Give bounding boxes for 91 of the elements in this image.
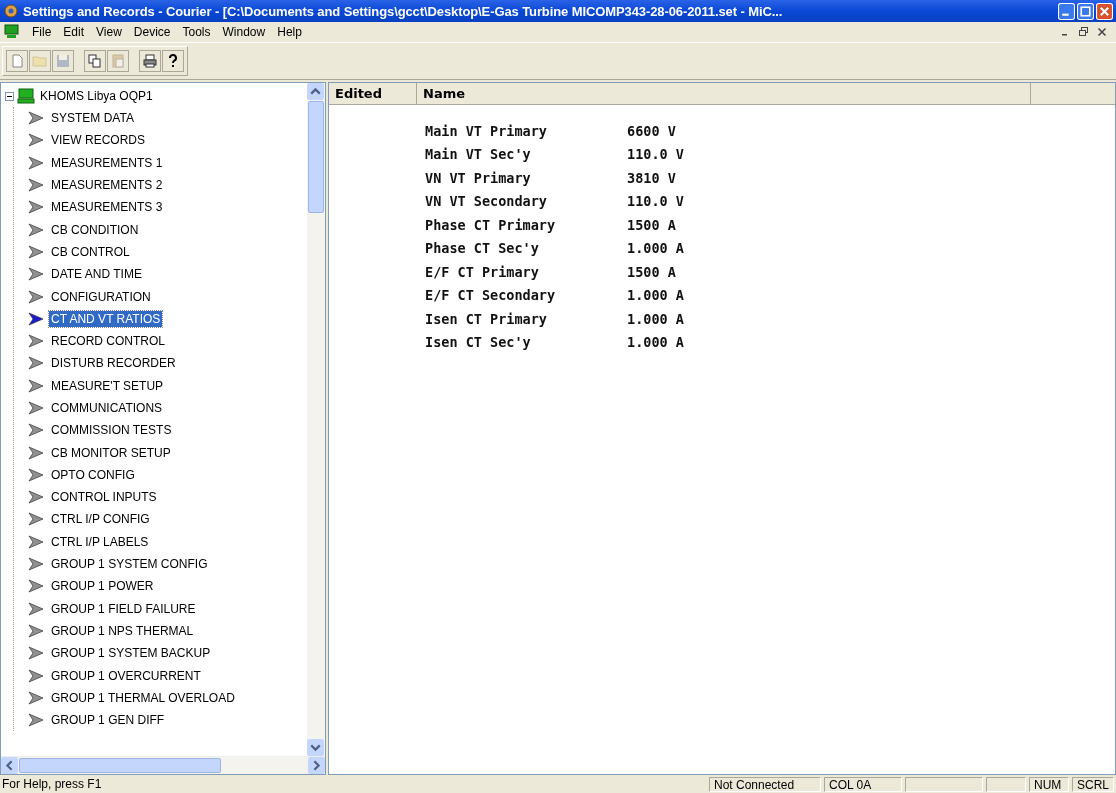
tree-item[interactable]: VIEW RECORDS (49, 132, 147, 149)
setting-value: 1.000 A (627, 287, 684, 304)
menu-item[interactable]: Window (216, 25, 272, 39)
tree-item[interactable]: CTRL I/P CONFIG (49, 511, 152, 528)
tree-item[interactable]: GROUP 1 SYSTEM BACKUP (49, 645, 213, 662)
computer-icon (4, 24, 20, 40)
column-header[interactable]: Name (417, 83, 1031, 104)
setting-value: 1.000 A (627, 310, 684, 327)
copy-button[interactable] (84, 50, 106, 72)
column-header[interactable]: Edited (329, 83, 417, 104)
setting-value: 1500 A (627, 216, 676, 233)
status-text: For Help, press F1 (2, 777, 103, 791)
tree-item[interactable]: GROUP 1 POWER (49, 578, 156, 595)
setting-value: 1500 A (627, 263, 676, 280)
tree-item[interactable]: MEASUREMENTS 1 (49, 154, 165, 171)
setting-name: Phase CT Primary (425, 216, 557, 233)
tree-item[interactable]: OPTO CONFIG (49, 466, 137, 483)
tree-item[interactable]: KHOMS Libya OQP1 (38, 89, 155, 103)
tree-item[interactable]: CB MONITOR SETUP (49, 444, 173, 461)
tree-item[interactable]: COMMISSION TESTS (49, 422, 174, 439)
menu-item[interactable]: Device (127, 25, 177, 39)
setting-name: VN VT Secondary (425, 193, 548, 210)
setting-name: Main VT Sec'y (425, 146, 532, 163)
menu-item[interactable]: View (90, 25, 128, 39)
tree-item[interactable]: RECORD CONTROL (49, 333, 167, 350)
tree-item[interactable]: SYSTEM DATA (49, 110, 136, 127)
status-pane: Not Connected (709, 776, 821, 792)
scroll-up-button[interactable] (307, 83, 324, 100)
tree-item[interactable]: DISTURB RECORDER (49, 355, 178, 372)
status-pane: NUM (1029, 776, 1069, 792)
tree-item[interactable]: GROUP 1 FIELD FAILURE (49, 600, 198, 617)
menu-item[interactable]: File (26, 25, 58, 39)
setting-name: VN VT Primary (425, 169, 532, 186)
tree-item[interactable]: GROUP 1 SYSTEM CONFIG (49, 556, 210, 573)
setting-name: E/F CT Secondary (425, 287, 557, 304)
menu-item[interactable]: Help (271, 25, 308, 39)
printer-button[interactable] (139, 50, 161, 72)
scrollbar-thumb[interactable] (308, 101, 324, 213)
maximize-button[interactable] (1077, 2, 1094, 20)
horizontal-scrollbar[interactable] (1, 756, 325, 774)
setting-value: 1.000 A (627, 334, 684, 351)
status-pane: COL 0A (824, 776, 902, 792)
setting-value: 3810 V (627, 169, 676, 186)
collapse-button[interactable] (5, 91, 14, 101)
setting-name: Phase CT Sec'y (425, 240, 540, 257)
page-icon (9, 53, 25, 69)
setting-value: 110.0 V (627, 193, 684, 210)
tree-item[interactable]: GROUP 1 NPS THERMAL (49, 622, 196, 639)
tree-item[interactable]: MEASUREMENTS 2 (49, 177, 165, 194)
minimize-button[interactable] (1058, 2, 1075, 20)
scroll-left-button[interactable] (1, 757, 18, 774)
vertical-scrollbar[interactable] (307, 83, 325, 756)
status-pane: SCRL (1072, 776, 1114, 792)
menu-item[interactable]: Tools (176, 25, 217, 39)
tree-item[interactable]: GROUP 1 GEN DIFF (49, 712, 167, 729)
tree-item[interactable]: CB CONTROL (49, 243, 132, 260)
tree-item[interactable]: GROUP 1 OVERCURRENT (49, 667, 203, 684)
setting-value: 1.000 A (627, 240, 684, 257)
tree-item[interactable]: MEASURE'T SETUP (49, 377, 166, 394)
computer-icon (17, 88, 35, 104)
tree-item[interactable]: CB CONDITION (49, 221, 141, 238)
setting-value: 110.0 V (627, 146, 684, 163)
close-icon[interactable] (1096, 26, 1108, 38)
page-button[interactable] (6, 50, 28, 72)
copy-icon (87, 53, 103, 69)
question-mark-button[interactable] (162, 50, 184, 72)
scroll-right-button[interactable] (308, 757, 325, 774)
restore-icon[interactable] (1078, 26, 1090, 38)
tree-item[interactable]: CTRL I/P LABELS (49, 533, 151, 550)
clipboard-icon (110, 53, 126, 69)
tree-item[interactable]: MEASUREMENTS 3 (49, 199, 165, 216)
setting-name: E/F CT Primary (425, 263, 540, 280)
tree-item[interactable]: GROUP 1 THERMAL OVERLOAD (49, 689, 237, 706)
scrollbar-thumb[interactable] (19, 758, 221, 773)
setting-name: Main VT Primary (425, 122, 548, 139)
scroll-down-button[interactable] (307, 739, 324, 756)
gear-icon (3, 3, 19, 19)
setting-value: 6600 V (627, 122, 676, 139)
tree-item[interactable]: DATE AND TIME (49, 266, 144, 283)
setting-name: Isen CT Primary (425, 310, 548, 327)
close-button[interactable] (1096, 2, 1113, 20)
tree-item[interactable]: CONTROL INPUTS (49, 489, 159, 506)
tree-item[interactable]: CONFIGURATION (49, 288, 153, 305)
setting-name: Isen CT Sec'y (425, 334, 532, 351)
folder-icon (32, 53, 48, 69)
status-pane (986, 776, 1026, 792)
window-title: Settings and Records - Courier - [C:\Documents and Settings\gcct\Desktop\E-Gas Turbine MICOMP343-28-06-2011.set - MiC... (23, 3, 784, 19)
tree-item[interactable]: CT AND VT RATIOS (49, 310, 163, 327)
tree-item[interactable]: COMMUNICATIONS (49, 400, 165, 416)
menu-item[interactable]: Edit (57, 25, 91, 39)
printer-icon (142, 53, 158, 69)
